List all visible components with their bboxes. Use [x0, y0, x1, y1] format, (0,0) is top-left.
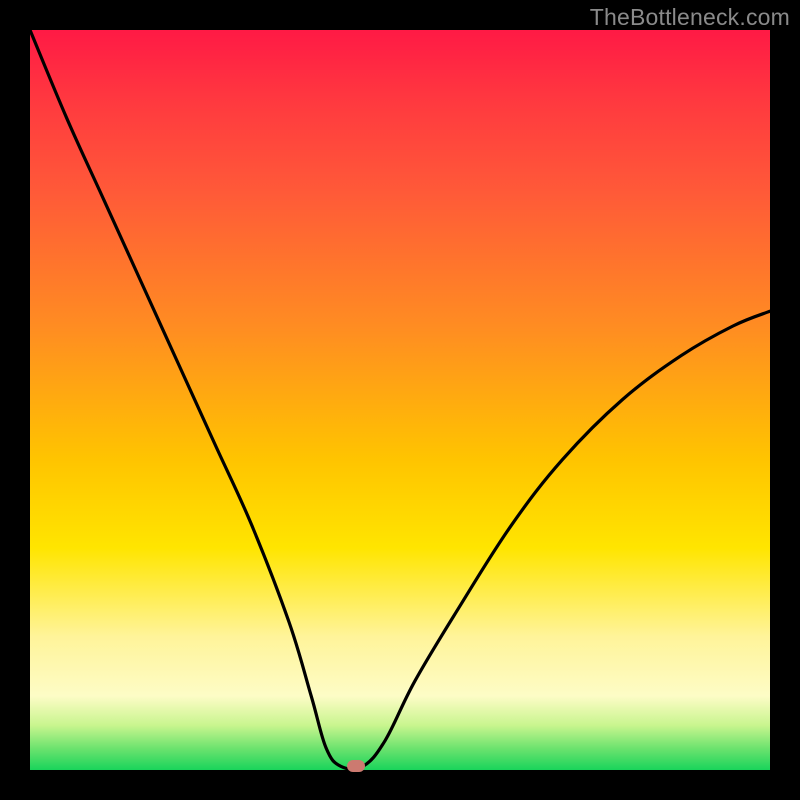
chart-frame: TheBottleneck.com	[0, 0, 800, 800]
bottleneck-curve	[30, 30, 770, 770]
optimal-point-marker	[347, 760, 365, 772]
watermark-text: TheBottleneck.com	[590, 4, 790, 31]
plot-area	[30, 30, 770, 770]
